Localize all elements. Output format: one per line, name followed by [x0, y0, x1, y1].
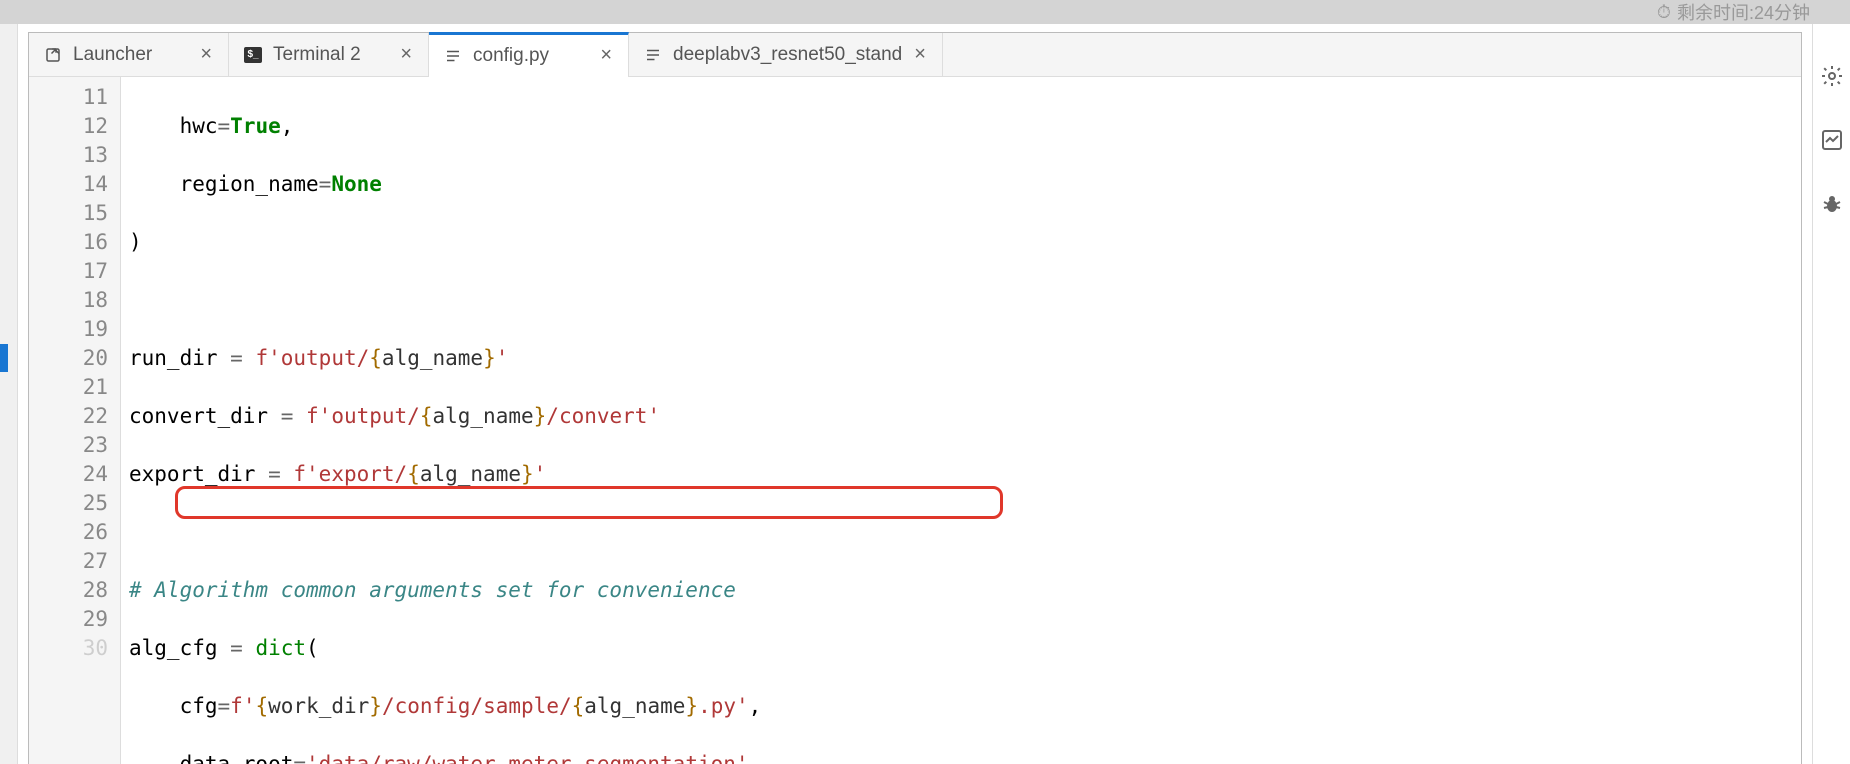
tab-bar: Launcher × $_ Terminal 2 × config.py ×: [29, 33, 1801, 77]
tab-deeplab-file[interactable]: deeplabv3_resnet50_stand ×: [629, 33, 943, 76]
line-number: 28: [29, 576, 108, 605]
close-icon[interactable]: ×: [198, 43, 214, 66]
clock-icon: ⏱: [1657, 2, 1671, 23]
line-number: 24: [29, 460, 108, 489]
tab-label: deeplabv3_resnet50_stand: [673, 44, 902, 66]
code-line: hwc=True,: [129, 112, 1801, 141]
line-number: 27: [29, 547, 108, 576]
banner-text: 剩余时间:24分钟: [1677, 0, 1810, 25]
line-number: 12: [29, 112, 108, 141]
tab-launcher[interactable]: Launcher ×: [29, 33, 229, 76]
code-line: alg_cfg = dict(: [129, 634, 1801, 663]
line-number: 15: [29, 199, 108, 228]
line-number: 29: [29, 605, 108, 634]
line-number: 16: [29, 228, 108, 257]
top-banner: ⏱ 剩余时间:24分钟: [1657, 0, 1810, 24]
code-line: ): [129, 228, 1801, 257]
bug-icon[interactable]: [1820, 192, 1844, 216]
launcher-icon: [43, 45, 63, 65]
file-icon: [443, 46, 463, 66]
line-number: 14: [29, 170, 108, 199]
chart-icon[interactable]: [1820, 128, 1844, 152]
line-number: 13: [29, 141, 108, 170]
sidebar-active-marker: [0, 344, 8, 372]
highlight-annotation: [175, 486, 1003, 519]
code-content[interactable]: hwc=True, region_name=None ) run_dir = f…: [121, 77, 1801, 764]
code-line: # Algorithm common arguments set for con…: [129, 576, 1801, 605]
line-number: 20: [29, 344, 108, 373]
code-line: cfg=f'{work_dir}/config/sample/{alg_name…: [129, 692, 1801, 721]
file-icon: [643, 45, 663, 65]
tab-terminal[interactable]: $_ Terminal 2 ×: [229, 33, 429, 76]
close-icon[interactable]: ×: [398, 43, 414, 66]
code-line: [129, 518, 1801, 547]
code-line: data_root='data/raw/water_meter_segmenta…: [129, 750, 1801, 764]
line-number: 30: [29, 634, 108, 663]
line-number: 21: [29, 373, 108, 402]
terminal-icon: $_: [243, 45, 263, 65]
line-number: 22: [29, 402, 108, 431]
code-line: [129, 286, 1801, 315]
tab-label: Terminal 2: [273, 44, 388, 66]
line-number: 11: [29, 83, 108, 112]
line-number: 17: [29, 257, 108, 286]
line-number: 26: [29, 518, 108, 547]
left-sidebar-gutter: [0, 24, 18, 764]
close-icon[interactable]: ×: [598, 44, 614, 67]
main-panel: Launcher × $_ Terminal 2 × config.py ×: [28, 32, 1802, 764]
code-line: region_name=None: [129, 170, 1801, 199]
line-number-gutter: 11 12 13 14 15 16 17 18 19 20 21 22 23 2…: [29, 77, 121, 764]
line-number: 18: [29, 286, 108, 315]
line-number: 19: [29, 315, 108, 344]
code-line: export_dir = f'export/{alg_name}': [129, 460, 1801, 489]
app-container: Launcher × $_ Terminal 2 × config.py ×: [0, 24, 1812, 764]
code-line: run_dir = f'output/{alg_name}': [129, 344, 1801, 373]
close-icon[interactable]: ×: [912, 43, 928, 66]
right-toolbar: [1812, 24, 1850, 764]
gear-icon[interactable]: [1820, 64, 1844, 88]
tab-label: Launcher: [73, 44, 188, 66]
line-number: 23: [29, 431, 108, 460]
line-number: 25: [29, 489, 108, 518]
code-editor[interactable]: 11 12 13 14 15 16 17 18 19 20 21 22 23 2…: [29, 77, 1801, 764]
tab-label: config.py: [473, 45, 588, 67]
code-line: convert_dir = f'output/{alg_name}/conver…: [129, 402, 1801, 431]
tab-config-py[interactable]: config.py ×: [429, 32, 629, 76]
